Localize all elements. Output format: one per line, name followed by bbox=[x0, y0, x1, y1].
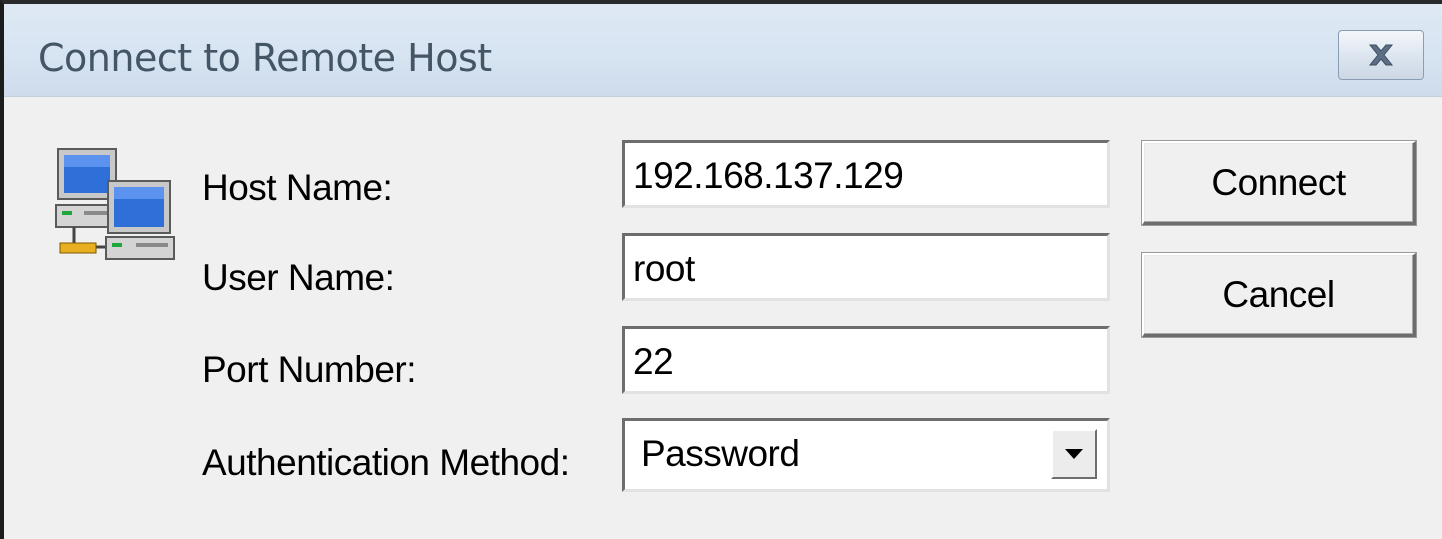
dialog-body: Host Name: User Name: Port Number: Authe… bbox=[4, 97, 1442, 539]
user-name-label: User Name: bbox=[202, 257, 395, 298]
network-computers-icon bbox=[55, 148, 175, 260]
dropdown-arrow-icon bbox=[1065, 449, 1083, 459]
window-title: Connect to Remote Host bbox=[38, 36, 492, 80]
port-number-label: Port Number: bbox=[202, 349, 417, 390]
connect-dialog: Connect to Remote Host Host Name: 192.16… bbox=[0, 0, 1442, 539]
host-name-field[interactable] bbox=[622, 140, 1110, 208]
host-name-label: Host Name: bbox=[202, 167, 393, 208]
dropdown-button[interactable] bbox=[1051, 429, 1097, 479]
title-bar[interactable]: Connect to Remote Host bbox=[4, 4, 1442, 97]
auth-method-value: Password bbox=[641, 433, 800, 474]
connect-button[interactable]: Connect bbox=[1142, 141, 1416, 225]
auth-method-select[interactable]: Password bbox=[622, 418, 1110, 492]
auth-method-label: Authentication Method: bbox=[202, 442, 570, 483]
user-name-field[interactable] bbox=[622, 233, 1110, 301]
close-button[interactable] bbox=[1338, 30, 1424, 80]
port-number-field[interactable] bbox=[622, 326, 1110, 394]
cancel-button[interactable]: Cancel bbox=[1142, 253, 1416, 337]
close-icon bbox=[1368, 44, 1394, 66]
